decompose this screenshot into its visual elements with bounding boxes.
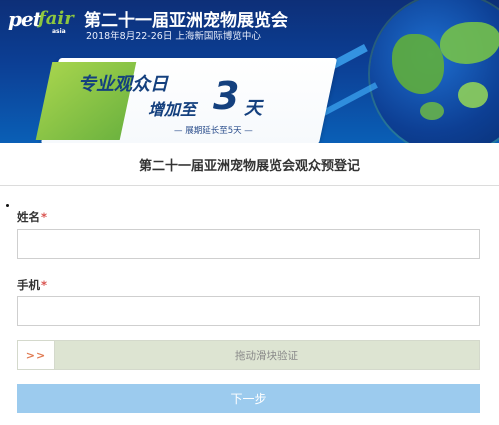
promo-note: — 展期延长至5天 —: [174, 126, 253, 136]
name-label-text: 姓名: [17, 210, 40, 224]
name-label: 姓名*: [17, 209, 47, 225]
next-step-button[interactable]: 下一步: [17, 384, 480, 413]
promo-line2: 增加至: [148, 100, 197, 119]
globe-graphic: [370, 0, 499, 143]
promo-unit: 天: [244, 98, 262, 119]
logo-pet-text: pet: [8, 7, 42, 31]
phone-label: 手机*: [17, 277, 47, 293]
event-banner: pet fair asia 第二十一届亚洲宠物展览会 2018年8月22-26日…: [0, 0, 499, 143]
petfair-logo: pet fair asia: [8, 7, 80, 39]
banner-subtitle: 2018年8月22-26日 上海新国际博览中心: [86, 31, 261, 42]
promo-line1: 专业观众日: [78, 74, 168, 95]
bullet-dot: [6, 204, 9, 207]
slider-hint-text: 拖动滑块验证: [235, 350, 298, 362]
form-header: 第二十一届亚洲宠物展览会观众预登记: [0, 143, 499, 186]
logo-fair-text: fair: [38, 8, 74, 29]
name-required-mark: *: [41, 210, 48, 224]
slider-captcha[interactable]: >> 拖动滑块验证: [17, 340, 480, 370]
form-title: 第二十一届亚洲宠物展览会观众预登记: [138, 159, 360, 174]
phone-input[interactable]: [17, 296, 480, 326]
name-input[interactable]: [17, 229, 480, 259]
promo-big-number: 3: [213, 74, 240, 118]
phone-required-mark: *: [41, 278, 48, 292]
slider-handle[interactable]: >>: [18, 341, 55, 369]
phone-label-text: 手机: [17, 278, 40, 292]
logo-asia-text: asia: [52, 28, 66, 35]
